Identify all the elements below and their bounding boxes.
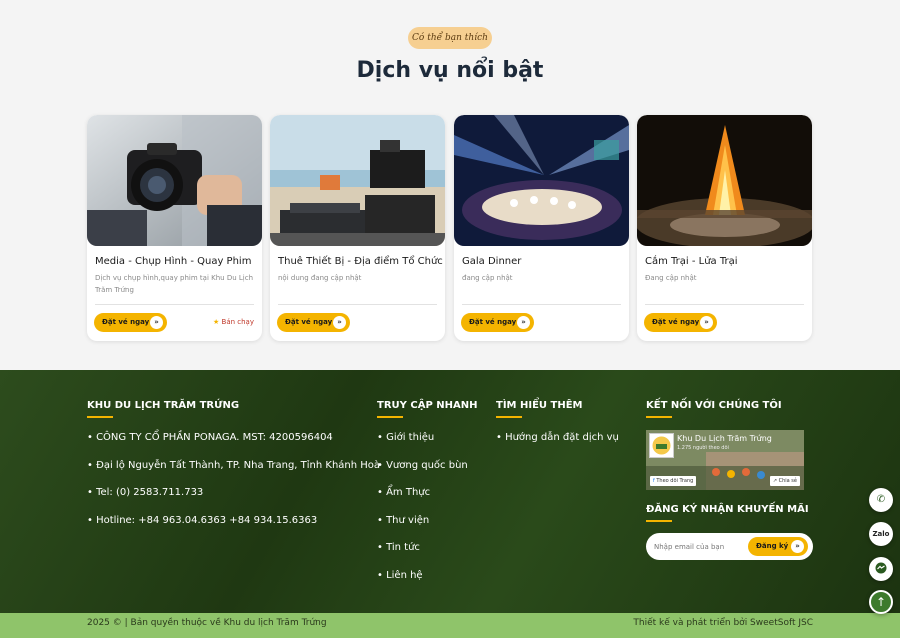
service-card-equipment[interactable]: Thuê Thiết Bị - Địa điểm Tổ Chức nội dun… [270, 115, 445, 341]
service-description: nội dung đang cập nhật [278, 274, 362, 282]
newsletter-heading: ĐĂNG KÝ NHẬN KHUYẾN MÃI [646, 504, 809, 515]
book-now-button[interactable]: Đặt vé ngay » [644, 313, 717, 332]
star-icon: ★ [213, 318, 220, 326]
share-icon: ↗ [772, 478, 778, 484]
featured-services-section: Có thể bạn thích Dịch vụ nổi bật Media -… [0, 0, 900, 342]
footer-link-news[interactable]: • Tin tức [377, 542, 420, 553]
book-now-button[interactable]: Đặt vé ngay » [277, 313, 350, 332]
book-now-label: Đặt vé ngay [652, 318, 700, 326]
facebook-follow-button[interactable]: f Theo dõi Trang [650, 476, 697, 486]
book-now-label: Đặt vé ngay [285, 318, 333, 326]
service-title[interactable]: Cắm Trại - Lửa Trại [645, 256, 807, 267]
double-chevron-right-icon: » [333, 316, 346, 329]
service-title[interactable]: Gala Dinner [462, 256, 624, 267]
service-title[interactable]: Thuê Thiết Bị - Địa điểm Tổ Chức [278, 256, 443, 267]
section-badge: Có thể bạn thích [408, 27, 492, 49]
service-image-camera[interactable] [87, 115, 262, 246]
email-input[interactable] [654, 538, 749, 555]
book-now-button[interactable]: Đặt vé ngay » [461, 313, 534, 332]
service-image-gala-dinner[interactable] [454, 115, 629, 246]
quick-access-heading: TRUY CẬP NHANH [377, 400, 478, 411]
service-card-camping[interactable]: Cắm Trại - Lửa Trại Đang cập nhật Đặt vé… [637, 115, 812, 341]
service-image-stage-equipment[interactable] [270, 115, 445, 246]
messenger-icon [875, 562, 887, 574]
zalo-label: Zalo [872, 530, 890, 538]
company-hotline[interactable]: • Hotline: +84 963.04.6363 +84 934.15.63… [87, 515, 317, 526]
service-description: đang cập nhật [462, 274, 513, 282]
best-seller-label: Bán chạy [221, 318, 254, 326]
developer-credit[interactable]: Thiết kế và phát triển bởi SweetSoft JSC [633, 618, 813, 628]
site-footer: KHU DU LỊCH TRĂM TRỨNG • CÔNG TY CỔ PHẦN… [0, 370, 900, 613]
company-heading: KHU DU LỊCH TRĂM TRỨNG [87, 400, 240, 411]
facebook-page-widget[interactable]: Khu Du Lịch Trăm Trứng 1.275 người theo … [646, 430, 804, 490]
facebook-share-button[interactable]: ↗ Chia sẻ [769, 476, 800, 486]
card-divider [278, 304, 437, 305]
book-now-button[interactable]: Đặt vé ngay » [94, 313, 167, 332]
book-now-label: Đặt vé ngay [469, 318, 517, 326]
company-tel[interactable]: • Tel: (0) 2583.711.733 [87, 487, 203, 498]
connect-heading: KẾT NỐI VỚI CHÚNG TÔI [646, 400, 782, 411]
service-card-gala-dinner[interactable]: Gala Dinner đang cập nhật Đặt vé ngay » [454, 115, 629, 341]
best-seller-badge: ★ Bán chạy [213, 318, 254, 326]
facebook-share-label: Chia sẻ [778, 478, 797, 484]
card-divider [462, 304, 621, 305]
service-title[interactable]: Media - Chụp Hình - Quay Phim [95, 256, 257, 267]
subscribe-label: Đăng ký [756, 542, 789, 550]
section-title: Dịch vụ nổi bật [356, 58, 544, 83]
heading-underline [377, 416, 403, 418]
heading-underline [87, 416, 113, 418]
learn-more-heading: TÌM HIỂU THÊM [496, 400, 583, 411]
service-description: Đang cập nhật [645, 274, 697, 282]
newsletter-form: Đăng ký » [646, 533, 813, 560]
double-chevron-right-icon: » [700, 316, 713, 329]
heading-underline [496, 416, 522, 418]
phone-call-button[interactable]: ✆ [869, 488, 893, 512]
copyright-text: 2025 © | Bản quyền thuộc về Khu du lịch … [87, 618, 327, 628]
heading-underline [646, 520, 672, 522]
book-now-label: Đặt vé ngay [102, 318, 150, 326]
facebook-page-logo [649, 433, 674, 458]
phone-icon: ✆ [876, 494, 886, 505]
subscribe-button[interactable]: Đăng ký » [748, 537, 808, 556]
company-name: • CÔNG TY CỔ PHẦN PONAGA. MST: 420059640… [87, 432, 333, 443]
double-chevron-right-icon: » [791, 540, 804, 553]
facebook-followers: 1.275 người theo dõi [677, 445, 729, 451]
footer-link-booking-guide[interactable]: • Hướng dẫn đặt dịch vụ [496, 432, 619, 443]
service-description: Dịch vụ chụp hình,quay phim tại Khu Du L… [95, 274, 253, 294]
footer-link-mud-kingdom[interactable]: • Vương quốc bùn [377, 460, 468, 471]
service-card-media[interactable]: Media - Chụp Hình - Quay Phim Dịch vụ ch… [87, 115, 262, 341]
zalo-chat-button[interactable]: Zalo [869, 522, 893, 546]
footer-link-cuisine[interactable]: • Ẩm Thực [377, 487, 430, 498]
arrow-up-icon: ↑ [875, 595, 887, 609]
messenger-button[interactable] [869, 557, 893, 581]
footer-link-about[interactable]: • Giới thiệu [377, 432, 434, 443]
company-address: • Đại lộ Nguyễn Tất Thành, TP. Nha Trang… [87, 460, 381, 471]
facebook-icon: f [653, 478, 655, 484]
card-divider [645, 304, 804, 305]
copyright-bar: 2025 © | Bản quyền thuộc về Khu du lịch … [0, 613, 900, 638]
facebook-page-name[interactable]: Khu Du Lịch Trăm Trứng [677, 434, 772, 443]
service-image-campfire[interactable] [637, 115, 812, 246]
footer-link-contact[interactable]: • Liên hệ [377, 570, 423, 581]
double-chevron-right-icon: » [150, 316, 163, 329]
facebook-follow-label: Theo dõi Trang [656, 478, 694, 484]
card-divider [95, 304, 254, 305]
double-chevron-right-icon: » [517, 316, 530, 329]
footer-link-gallery[interactable]: • Thư viện [377, 515, 429, 526]
heading-underline [646, 416, 672, 418]
back-to-top-button[interactable]: ↑ [869, 590, 893, 614]
